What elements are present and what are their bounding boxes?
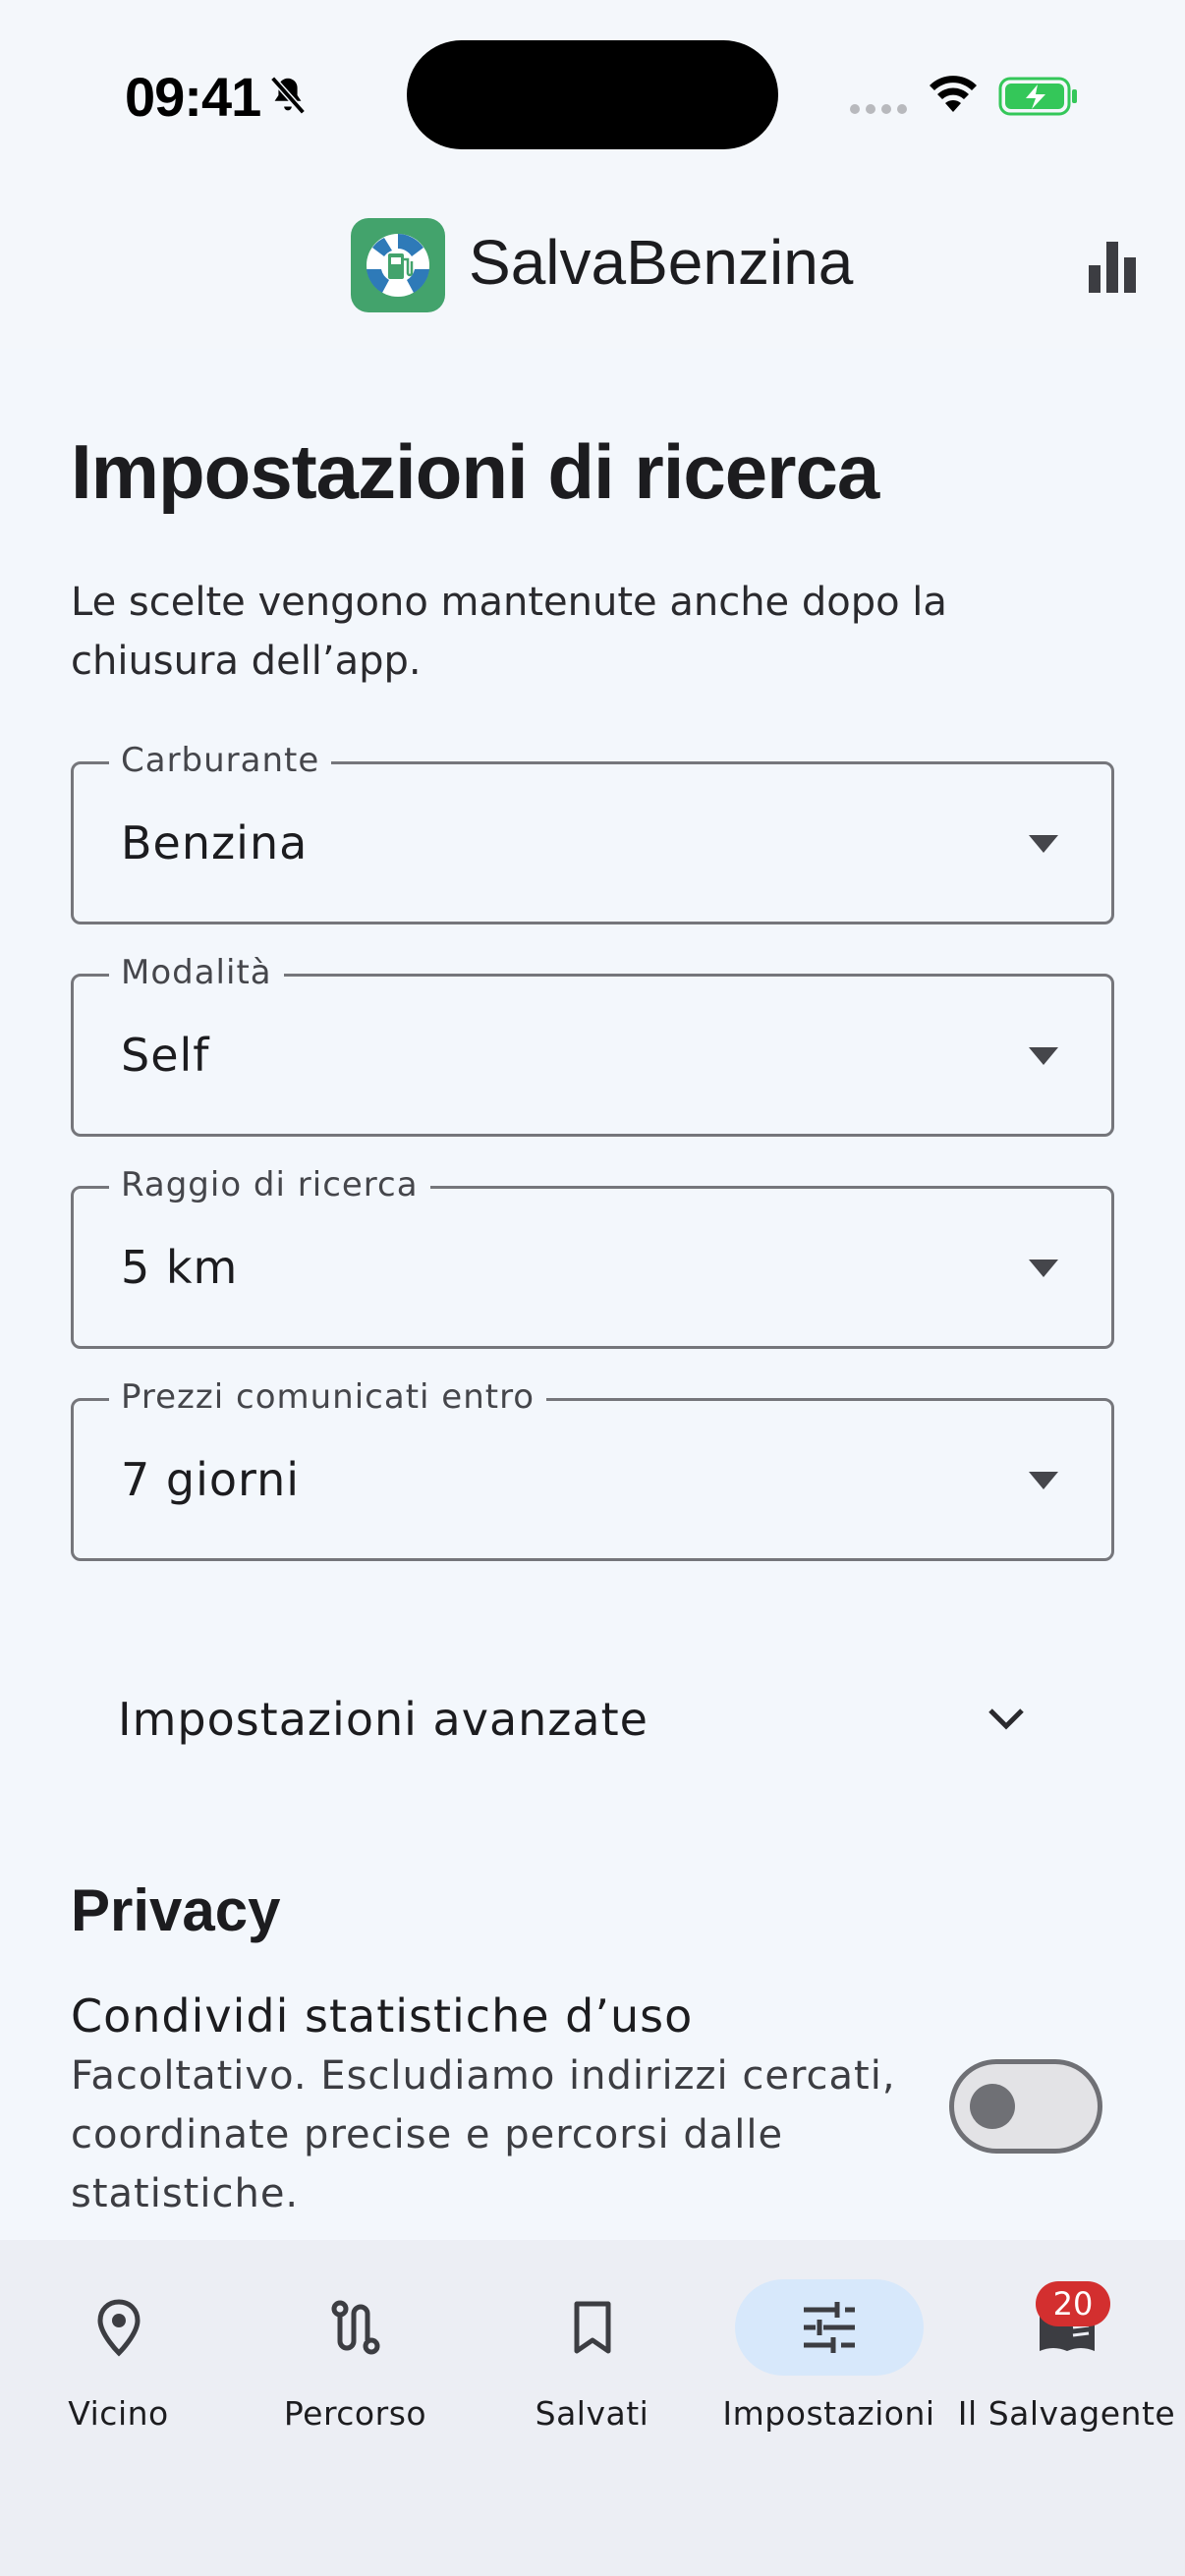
fuel-lifebuoy-icon	[367, 234, 429, 297]
field-label: Modalità	[109, 953, 284, 992]
bar-chart-icon[interactable]	[1083, 238, 1142, 297]
dropdown-arrow-icon	[1029, 1260, 1058, 1277]
advanced-settings-expander[interactable]: Impostazioni avanzate	[71, 1655, 1114, 1773]
dropdown-arrow-icon	[1029, 835, 1058, 853]
status-bar: 09:41	[0, 0, 1185, 187]
service-mode-select[interactable]: Modalità Self	[71, 953, 1114, 1137]
status-time: 09:41	[125, 66, 261, 128]
nav-label: Impostazioni	[722, 2394, 935, 2433]
nav-item-percorso[interactable]: Percorso	[237, 2240, 474, 2436]
toggle-knob	[970, 2084, 1015, 2129]
field-label: Raggio di ricerca	[109, 1165, 430, 1204]
nav-label: Il Salvagente	[957, 2394, 1176, 2433]
nav-label: Vicino	[68, 2394, 169, 2433]
field-value: Self	[121, 1029, 210, 1082]
nav-label: Salvati	[535, 2394, 649, 2433]
page-title: Impostazioni di ricerca	[71, 428, 879, 515]
bottom-navigation: Vicino Percorso Salvati Impostazioni Il …	[0, 2240, 1185, 2576]
dropdown-arrow-icon	[1029, 1047, 1058, 1065]
dropdown-arrow-icon	[1029, 1472, 1058, 1489]
field-value: Benzina	[121, 816, 309, 869]
location-pin-icon	[96, 2299, 141, 2357]
chevron-down-icon	[988, 1708, 1024, 1730]
cell-signal-icon	[850, 104, 907, 114]
nav-label: Percorso	[283, 2394, 427, 2433]
silent-bell-icon	[270, 76, 306, 115]
wifi-icon	[930, 76, 977, 112]
page-description: Le scelte vengono mantenute anche dopo l…	[71, 580, 947, 684]
nav-item-il-salvagente[interactable]: Il Salvagente	[948, 2240, 1185, 2436]
nav-item-salvati[interactable]: Salvati	[474, 2240, 710, 2436]
share-stats-toggle[interactable]	[949, 2059, 1102, 2154]
advanced-settings-label: Impostazioni avanzate	[118, 1693, 649, 1746]
nav-item-impostazioni[interactable]: Impostazioni	[710, 2240, 947, 2436]
field-value: 7 giorni	[121, 1453, 301, 1506]
app-title: SalvaBenzina	[469, 227, 854, 298]
fuel-type-select[interactable]: Carburante Benzina	[71, 741, 1114, 924]
bookmark-icon	[574, 2301, 610, 2354]
nav-item-vicino[interactable]: Vicino	[0, 2240, 237, 2436]
field-label: Prezzi comunicati entro	[109, 1377, 547, 1417]
share-stats-title: Condividi statistiche d’uso	[71, 1989, 694, 2043]
privacy-section-title: Privacy	[71, 1877, 281, 1943]
app-bar: SalvaBenzina	[0, 187, 1185, 349]
price-age-select[interactable]: Prezzi comunicati entro 7 giorni	[71, 1377, 1114, 1561]
sliders-icon	[803, 2302, 855, 2353]
route-icon	[331, 2300, 379, 2355]
share-stats-description: Facoltativo. Escludiamo indirizzi cercat…	[71, 2053, 896, 2216]
dynamic-island	[407, 40, 778, 149]
notification-badge: 20	[1036, 2281, 1110, 2326]
search-radius-select[interactable]: Raggio di ricerca 5 km	[71, 1165, 1114, 1349]
app-logo	[351, 218, 445, 312]
field-value: 5 km	[121, 1241, 239, 1294]
battery-charging-icon	[998, 77, 1077, 116]
field-label: Carburante	[109, 741, 332, 780]
